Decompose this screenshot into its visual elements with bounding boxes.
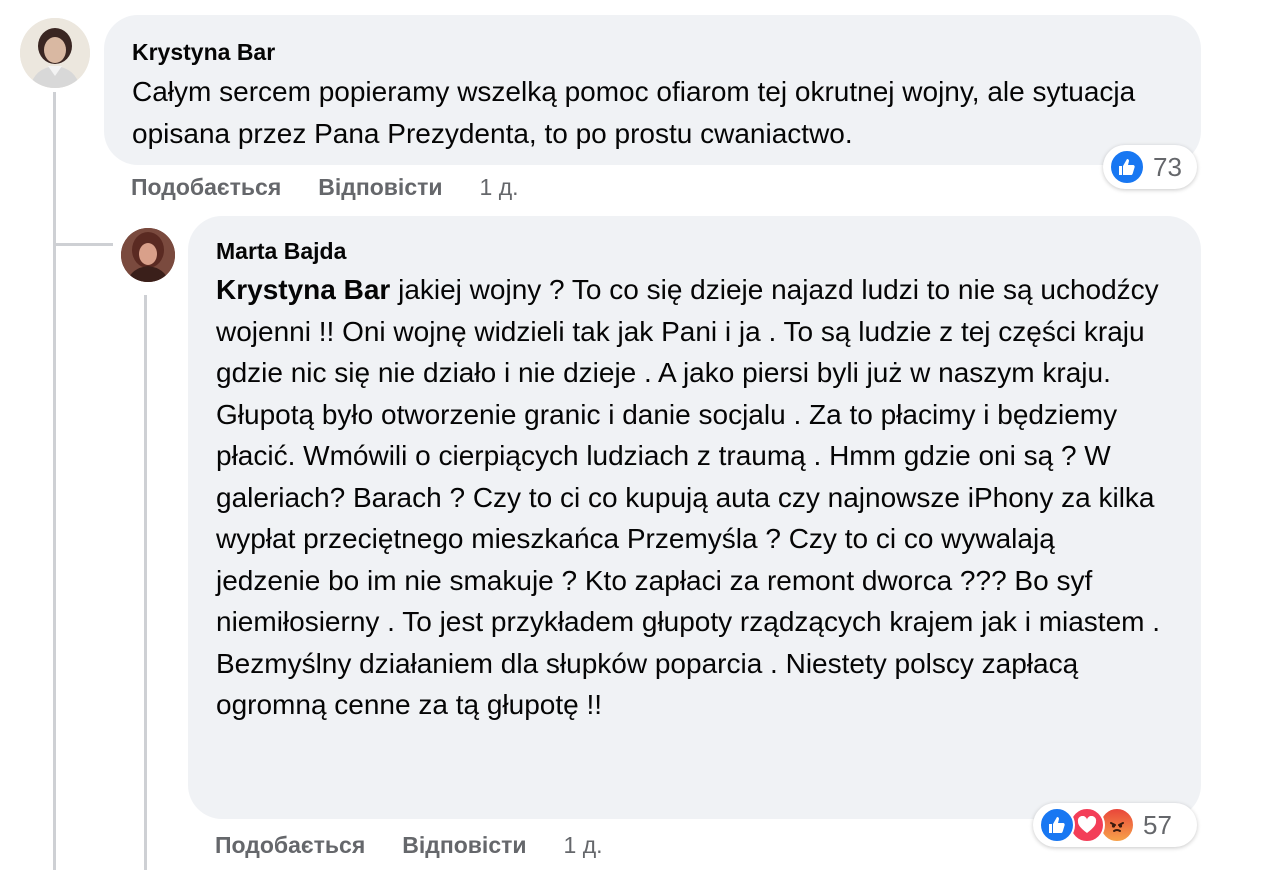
comment-bubble: Krystyna Bar Całym sercem popieramy wsze… bbox=[104, 15, 1201, 165]
comment-text: Krystyna Bar jakiej wojny ? To co się dz… bbox=[216, 269, 1166, 726]
like-button[interactable]: Подобається bbox=[131, 174, 281, 201]
like-button[interactable]: Подобається bbox=[215, 832, 365, 859]
comment-bubble: Marta Bajda Krystyna Bar jakiej wojny ? … bbox=[188, 216, 1201, 819]
timestamp[interactable]: 1 д. bbox=[480, 174, 519, 201]
reaction-count: 73 bbox=[1153, 151, 1182, 182]
reactions-summary[interactable]: 57 bbox=[1033, 803, 1197, 847]
comment-author[interactable]: Marta Bajda bbox=[216, 236, 1173, 266]
comment-body: jakiej wojny ? To co się dzieje najazd l… bbox=[216, 274, 1161, 720]
comment-text: Całym sercem popieramy wszelką pomoc ofi… bbox=[132, 76, 1136, 149]
avatar[interactable] bbox=[20, 18, 90, 88]
mention-link[interactable]: Krystyna Bar bbox=[216, 274, 390, 305]
reply-button[interactable]: Відповісти bbox=[318, 174, 442, 201]
reactions-summary[interactable]: 73 bbox=[1103, 145, 1197, 189]
thread-line-main bbox=[53, 92, 56, 870]
avatar-krystyna-icon bbox=[20, 18, 90, 88]
avatar-marta-icon bbox=[121, 228, 175, 282]
avatar[interactable] bbox=[121, 228, 175, 282]
thread-line-branch bbox=[53, 243, 113, 246]
comment-actions: Подобається Відповісти 1 д. bbox=[131, 172, 519, 202]
like-reaction-icon bbox=[1039, 807, 1075, 843]
reply-button[interactable]: Відповісти bbox=[402, 832, 526, 859]
reaction-count: 57 bbox=[1143, 809, 1172, 840]
comment-author[interactable]: Krystyna Bar bbox=[132, 37, 1173, 67]
timestamp[interactable]: 1 д. bbox=[564, 832, 603, 859]
thread-line-reply bbox=[144, 295, 147, 870]
like-reaction-icon bbox=[1109, 149, 1145, 185]
comment-actions: Подобається Відповісти 1 д. bbox=[215, 830, 603, 860]
